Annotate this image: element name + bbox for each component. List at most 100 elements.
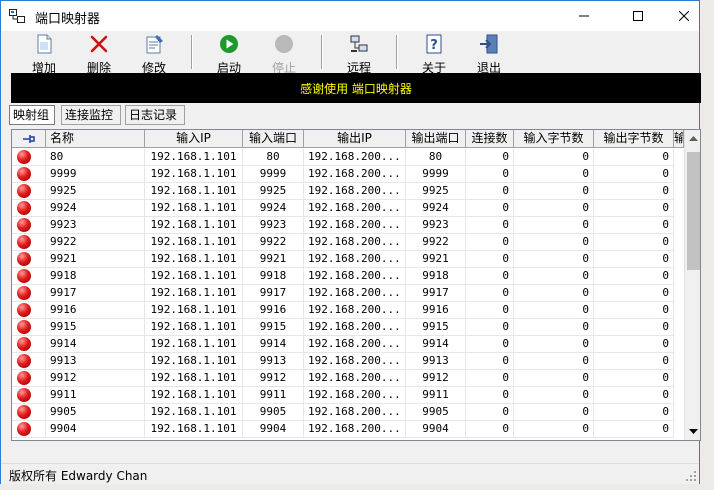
cell-input-ip: 192.168.1.101 <box>145 404 243 421</box>
desktop-background <box>700 0 714 490</box>
cell-name: 9923 <box>46 217 145 234</box>
cell-status <box>12 166 46 183</box>
mapping-table[interactable]: 名称 输入IP 输入端口 输出IP 输出端口 连接数 输入字节数 输出字节数 输… <box>11 129 701 441</box>
cell-input-ip: 192.168.1.101 <box>145 387 243 404</box>
table-row[interactable]: 9916 192.168.1.101 9916 192.168.200... 9916 0… <box>12 302 686 319</box>
stopped-status-icon <box>17 337 31 351</box>
table-row[interactable]: 9918 192.168.1.101 9918 192.168.200... 9918 0… <box>12 268 686 285</box>
delete-button[interactable]: 删除 <box>74 33 124 75</box>
column-header-input-port[interactable]: 输入端口 <box>243 130 304 148</box>
column-header-input-bytes[interactable]: 输入字节数 <box>514 130 594 148</box>
scroll-down-button[interactable] <box>685 423 700 440</box>
column-header-output-port[interactable]: 输出端口 <box>406 130 466 148</box>
welcome-banner: 感谢使用 端口映射器 <box>11 73 701 103</box>
scrollbar-thumb[interactable] <box>687 152 700 270</box>
column-header-input-ip[interactable]: 输入IP <box>145 130 243 148</box>
cell-input-port: 80 <box>243 149 304 166</box>
table-row[interactable]: 9917 192.168.1.101 9917 192.168.200... 9917 0… <box>12 285 686 302</box>
cell-output-bytes: 0 <box>594 387 674 404</box>
column-header-status[interactable] <box>12 130 46 148</box>
tab-connection-monitor[interactable]: 连接监控 <box>61 105 121 125</box>
cell-output-ip: 192.168.200... <box>304 268 406 285</box>
table-row[interactable]: 9904 192.168.1.101 9904 192.168.200... 9904 0… <box>12 421 686 438</box>
table-row[interactable]: 9921 192.168.1.101 9921 192.168.200... 9921 0… <box>12 251 686 268</box>
cell-output-ip: 192.168.200... <box>304 404 406 421</box>
play-icon <box>218 33 240 58</box>
table-row[interactable]: 9925 192.168.1.101 9925 192.168.200... 9925 0… <box>12 183 686 200</box>
table-row[interactable]: 9923 192.168.1.101 9923 192.168.200... 9923 0… <box>12 217 686 234</box>
cell-input-bytes: 0 <box>514 336 594 353</box>
add-button[interactable]: 增加 <box>19 33 69 75</box>
column-header-output-bytes[interactable]: 输出字节数 <box>594 130 674 148</box>
app-icon <box>9 9 25 23</box>
table-row[interactable]: 80 192.168.1.101 80 192.168.200... 80 0 0 0 <box>12 149 686 166</box>
stop-button[interactable]: 停止 <box>259 33 309 75</box>
about-button[interactable]: ? 关于 <box>409 33 459 75</box>
cell-name: 9912 <box>46 370 145 387</box>
cell-input-ip: 192.168.1.101 <box>145 166 243 183</box>
cell-output-bytes: 0 <box>594 217 674 234</box>
cell-name: 9916 <box>46 302 145 319</box>
cell-output-port: 9904 <box>406 421 466 438</box>
table-row[interactable]: 9912 192.168.1.101 9912 192.168.200... 9912 0… <box>12 370 686 387</box>
column-header-output-ip[interactable]: 输出IP <box>304 130 406 148</box>
scroll-up-button[interactable] <box>685 130 700 147</box>
cell-input-ip: 192.168.1.101 <box>145 149 243 166</box>
vertical-scrollbar[interactable] <box>684 130 700 440</box>
cell-output-ip: 192.168.200... <box>304 319 406 336</box>
start-button[interactable]: 启动 <box>204 33 254 75</box>
cell-output-bytes: 0 <box>594 370 674 387</box>
cell-connections: 0 <box>466 319 514 336</box>
cell-input-port: 9918 <box>243 268 304 285</box>
edit-button[interactable]: 修改 <box>129 33 179 75</box>
table-row[interactable]: 9922 192.168.1.101 9922 192.168.200... 9922 0… <box>12 234 686 251</box>
cell-output-port: 9914 <box>406 336 466 353</box>
table-row[interactable]: 9999 192.168.1.101 9999 192.168.200... 9999 0… <box>12 166 686 183</box>
column-header-truncated[interactable]: 输 <box>674 130 684 148</box>
remote-button[interactable]: 远程 <box>334 33 384 75</box>
cell-output-ip: 192.168.200... <box>304 251 406 268</box>
cell-output-ip: 192.168.200... <box>304 302 406 319</box>
table-row[interactable]: 9913 192.168.1.101 9913 192.168.200... 9913 0… <box>12 353 686 370</box>
stopped-status-icon <box>17 286 31 300</box>
cell-output-bytes: 0 <box>594 200 674 217</box>
table-row[interactable]: 9914 192.168.1.101 9914 192.168.200... 9914 0… <box>12 336 686 353</box>
stopped-status-icon <box>17 303 31 317</box>
column-header-name[interactable]: 名称 <box>46 130 145 148</box>
exit-door-icon <box>478 33 500 58</box>
cell-input-ip: 192.168.1.101 <box>145 302 243 319</box>
cell-name: 9922 <box>46 234 145 251</box>
toolbar-separator <box>191 35 193 69</box>
cell-output-ip: 192.168.200... <box>304 234 406 251</box>
cell-connections: 0 <box>466 268 514 285</box>
table-row[interactable]: 9924 192.168.1.101 9924 192.168.200... 9924 0… <box>12 200 686 217</box>
new-file-icon <box>33 33 55 58</box>
stopped-status-icon <box>17 150 31 164</box>
cell-input-port: 9917 <box>243 285 304 302</box>
cell-output-bytes: 0 <box>594 183 674 200</box>
title-bar[interactable]: 端口映射器 <box>1 1 699 31</box>
column-header-connections[interactable]: 连接数 <box>466 130 514 148</box>
cell-output-port: 9911 <box>406 387 466 404</box>
minimize-button[interactable] <box>561 1 607 31</box>
cell-connections: 0 <box>466 149 514 166</box>
cell-input-bytes: 0 <box>514 183 594 200</box>
resize-grip-icon[interactable] <box>685 470 697 482</box>
table-row[interactable]: 9911 192.168.1.101 9911 192.168.200... 9911 0… <box>12 387 686 404</box>
table-row[interactable]: 9905 192.168.1.101 9905 192.168.200... 9905 0… <box>12 404 686 421</box>
cell-input-ip: 192.168.1.101 <box>145 234 243 251</box>
table-row[interactable]: 9915 192.168.1.101 9915 192.168.200... 9915 0… <box>12 319 686 336</box>
tab-log[interactable]: 日志记录 <box>125 105 185 125</box>
tab-mapping-group[interactable]: 映射组 <box>9 105 55 125</box>
cell-input-port: 9905 <box>243 404 304 421</box>
stopped-status-icon <box>17 167 31 181</box>
cell-output-ip: 192.168.200... <box>304 183 406 200</box>
cell-output-port: 9917 <box>406 285 466 302</box>
close-button[interactable] <box>661 1 707 31</box>
exit-button[interactable]: 退出 <box>464 33 514 75</box>
cell-output-bytes: 0 <box>594 268 674 285</box>
cell-status <box>12 251 46 268</box>
cell-input-port: 9912 <box>243 370 304 387</box>
cell-output-ip: 192.168.200... <box>304 421 406 438</box>
maximize-button[interactable] <box>615 1 661 31</box>
